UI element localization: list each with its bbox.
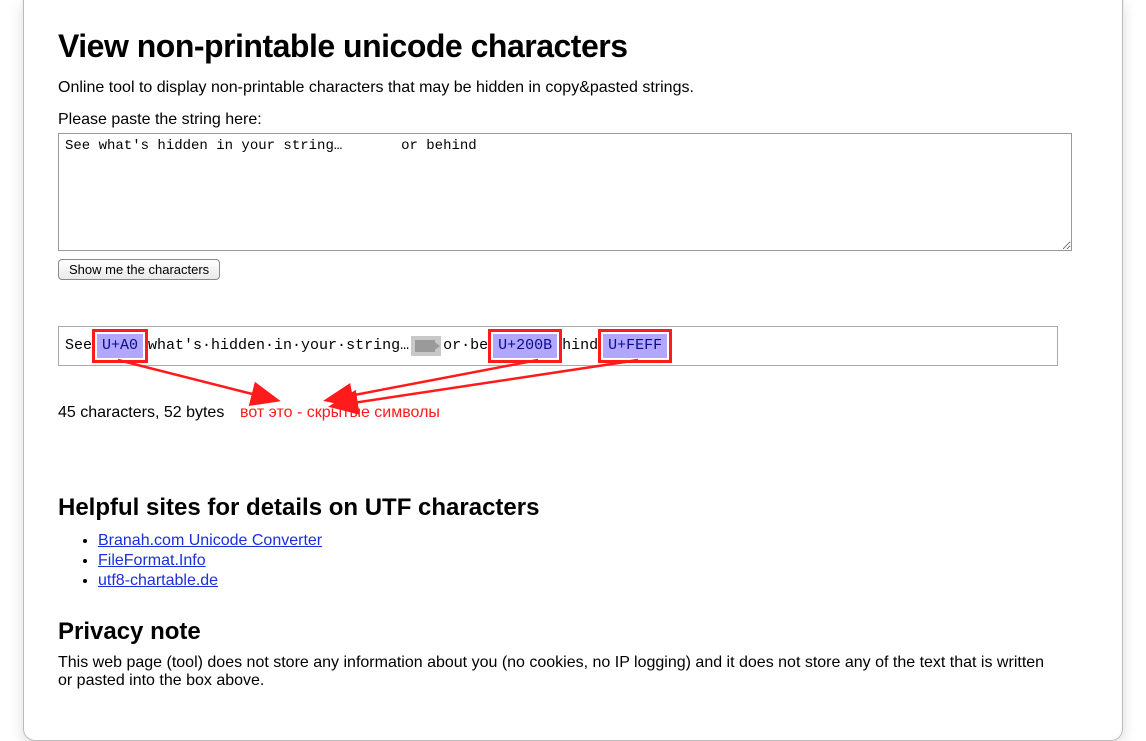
privacy-text: This web page (tool) does not store any … [58, 654, 1058, 690]
highlight-frame: U+FEFF [598, 329, 672, 363]
codepoint-badge: U+200B [493, 334, 557, 358]
result-text: See [65, 332, 92, 360]
list-item: FileFormat.Info [98, 552, 1088, 570]
highlight-frame: U+200B [488, 329, 562, 363]
page-description: Online tool to display non-printable cha… [58, 79, 1088, 97]
result-line: See U+A0 what's·hidden·in·your·string… o… [58, 326, 1058, 366]
codepoint-badge: U+A0 [97, 334, 143, 358]
result-text: hind [562, 332, 598, 360]
list-item: utf8-chartable.de [98, 572, 1088, 590]
input-textarea[interactable] [58, 133, 1072, 251]
annotation-text: вот это - скрытые символы [240, 404, 440, 422]
codepoint-badge: U+FEFF [603, 334, 667, 358]
result-text: what's·hidden·in·your·string… [148, 332, 409, 360]
page-card: View non-printable unicode characters On… [23, 0, 1123, 741]
input-label: Please paste the string here: [58, 111, 1088, 129]
helpful-links-list: Branah.com Unicode Converter FileFormat.… [58, 532, 1088, 590]
tab-icon [411, 336, 441, 356]
link-fileformat[interactable]: FileFormat.Info [98, 552, 206, 569]
show-characters-button[interactable]: Show me the characters [58, 259, 220, 280]
list-item: Branah.com Unicode Converter [98, 532, 1088, 550]
helpful-heading: Helpful sites for details on UTF charact… [58, 494, 1088, 522]
result-text: or·be [443, 332, 488, 360]
highlight-frame: U+A0 [92, 329, 148, 363]
result-area: See U+A0 what's·hidden·in·your·string… o… [58, 326, 1088, 466]
result-summary: 45 characters, 52 bytes [58, 404, 224, 422]
link-chartable[interactable]: utf8-chartable.de [98, 572, 218, 589]
link-branah[interactable]: Branah.com Unicode Converter [98, 532, 322, 549]
page-title: View non-printable unicode characters [58, 28, 1088, 65]
privacy-heading: Privacy note [58, 618, 1088, 646]
